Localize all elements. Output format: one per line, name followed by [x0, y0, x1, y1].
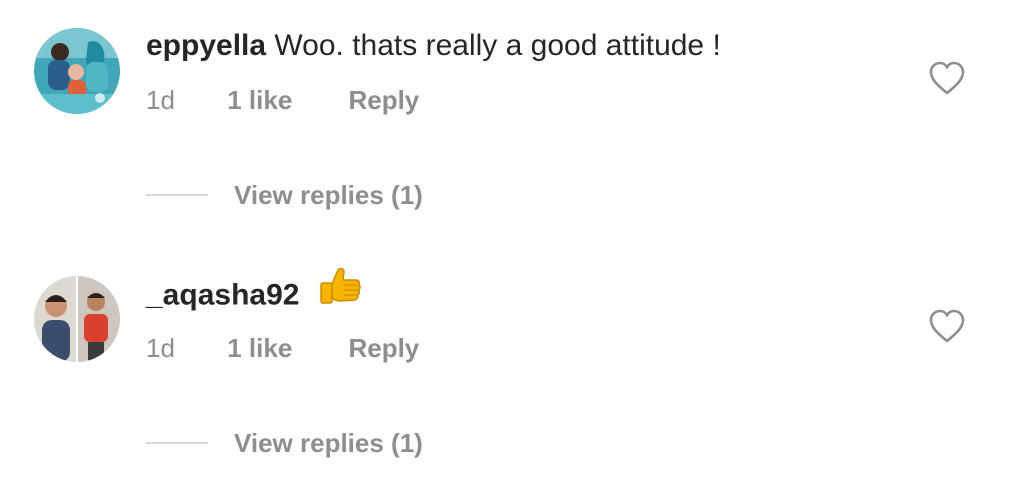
heart-outline-icon: [929, 309, 965, 343]
comment-meta: 1d 1 like Reply: [146, 332, 419, 364]
comment-text: Woo. thats really a good attitude !: [274, 29, 721, 62]
comment-item: eppyella Woo. thats really a good attitu…: [0, 0, 1024, 248]
view-replies-button[interactable]: View replies (1): [146, 426, 423, 460]
comment-text-line: eppyella Woo. thats really a good attitu…: [146, 26, 721, 66]
timestamp: 1d: [146, 333, 175, 363]
like-count[interactable]: 1 like: [227, 332, 341, 364]
username[interactable]: _aqasha92: [146, 278, 299, 311]
divider-line: [146, 442, 208, 444]
reply-button[interactable]: Reply: [348, 84, 419, 116]
avatar-photo-icon: [34, 276, 120, 362]
avatar[interactable]: [34, 276, 120, 362]
heart-outline-icon: [929, 61, 965, 95]
avatar-photo-icon: [34, 28, 120, 114]
username[interactable]: eppyella: [146, 29, 266, 62]
reply-button[interactable]: Reply: [348, 332, 419, 364]
comment-item: _aqasha92 1d 1 like Reply View replies (…: [0, 248, 1024, 496]
divider-line: [146, 194, 208, 196]
like-button[interactable]: [928, 308, 966, 344]
thumbs-up-emoji: [318, 266, 362, 319]
comment-meta: 1d 1 like Reply: [146, 84, 419, 116]
thumbs-up-icon: [320, 267, 361, 304]
timestamp: 1d: [146, 85, 175, 115]
like-count[interactable]: 1 like: [227, 84, 341, 116]
comment-text-line: _aqasha92: [146, 267, 362, 319]
view-replies-label: View replies (1): [234, 179, 423, 210]
like-button[interactable]: [928, 60, 966, 96]
avatar[interactable]: [34, 28, 120, 114]
view-replies-label: View replies (1): [234, 427, 423, 458]
view-replies-button[interactable]: View replies (1): [146, 178, 423, 212]
